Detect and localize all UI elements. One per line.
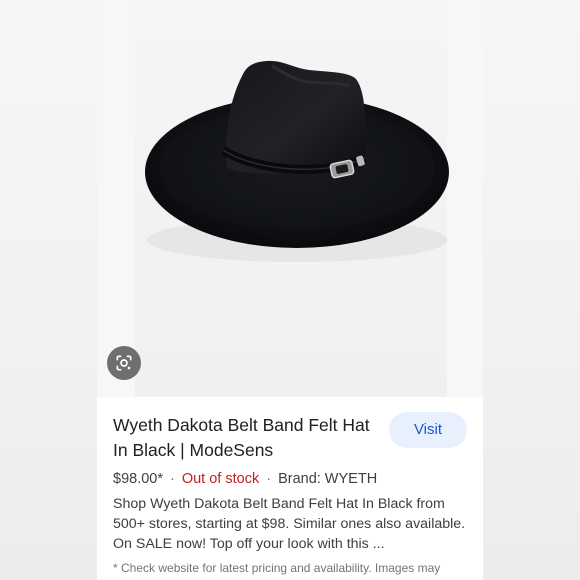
pricing-note: * Check website for latest pricing and a… — [113, 561, 441, 575]
background-right — [483, 0, 580, 580]
price: $98.00* — [113, 471, 163, 487]
result-description: Shop Wyeth Dakota Belt Band Felt Hat In … — [113, 496, 466, 552]
background-left — [0, 0, 97, 580]
product-image-area[interactable] — [97, 0, 483, 397]
lens-search-button[interactable] — [107, 346, 141, 380]
page: Wyeth Dakota Belt Band Felt Hat In Black… — [0, 0, 580, 580]
result-meta: $98.00* · Out of stock · Brand: WYETH — [113, 470, 473, 488]
hat-image — [145, 60, 449, 262]
result-info: Wyeth Dakota Belt Band Felt Hat In Black… — [97, 397, 483, 580]
separator-dot: · — [266, 471, 272, 487]
result-card: Wyeth Dakota Belt Band Felt Hat In Black… — [97, 0, 483, 580]
lens-search-icon — [116, 355, 132, 371]
result-title[interactable]: Wyeth Dakota Belt Band Felt Hat In Black… — [113, 413, 378, 463]
brand: Brand: WYETH — [278, 471, 378, 487]
visit-button[interactable]: Visit — [389, 412, 467, 448]
separator-dot: · — [170, 471, 175, 487]
stock-status: Out of stock — [181, 471, 260, 487]
